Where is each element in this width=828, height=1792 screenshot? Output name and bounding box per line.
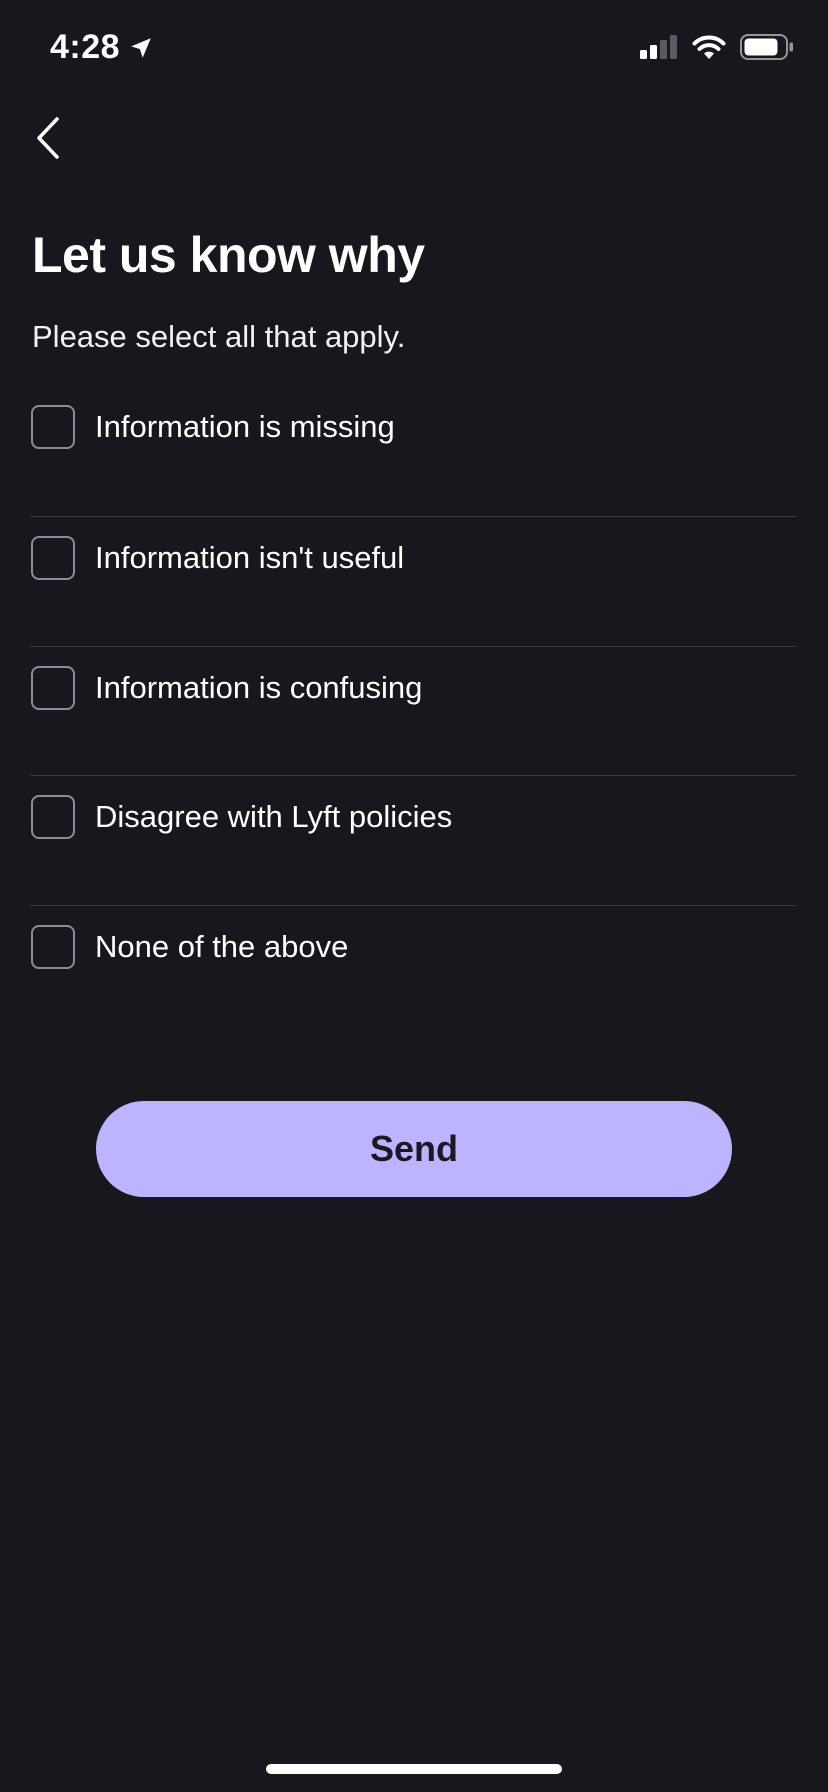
location-arrow-icon	[131, 37, 151, 58]
option-label: Information is missing	[95, 409, 395, 444]
option-information-missing[interactable]: Information is missing	[30, 386, 796, 516]
option-label: Information is confusing	[95, 669, 423, 705]
reason-options-list: Information is missing Information isn't…	[30, 386, 796, 1034]
option-information-confusing[interactable]: Information is confusing	[30, 645, 796, 776]
chevron-left-icon	[37, 117, 59, 159]
cellular-signal-icon	[640, 35, 677, 59]
checkbox[interactable]	[31, 405, 75, 449]
page-title: Let us know why	[32, 227, 425, 283]
checkbox[interactable]	[31, 665, 75, 710]
checkbox[interactable]	[31, 536, 75, 580]
status-indicators	[640, 34, 794, 60]
option-none-of-the-above[interactable]: None of the above	[30, 904, 796, 1035]
option-disagree-policies[interactable]: Disagree with Lyft policies	[30, 775, 796, 905]
home-indicator[interactable]	[266, 1764, 562, 1774]
status-bar: 4:28	[0, 0, 828, 100]
option-label: Information isn't useful	[95, 540, 405, 575]
status-time: 4:28	[50, 28, 154, 67]
page-subtitle: Please select all that apply.	[32, 319, 406, 354]
option-label: None of the above	[95, 928, 349, 964]
back-button[interactable]	[22, 112, 74, 164]
option-label: Disagree with Lyft policies	[95, 799, 453, 834]
option-information-not-useful[interactable]: Information isn't useful	[30, 516, 796, 646]
checkbox[interactable]	[31, 795, 75, 839]
checkbox[interactable]	[31, 924, 75, 969]
wifi-icon	[692, 35, 726, 59]
send-button[interactable]: Send	[96, 1101, 732, 1197]
status-time-text: 4:28	[50, 28, 121, 66]
battery-icon	[740, 34, 793, 60]
